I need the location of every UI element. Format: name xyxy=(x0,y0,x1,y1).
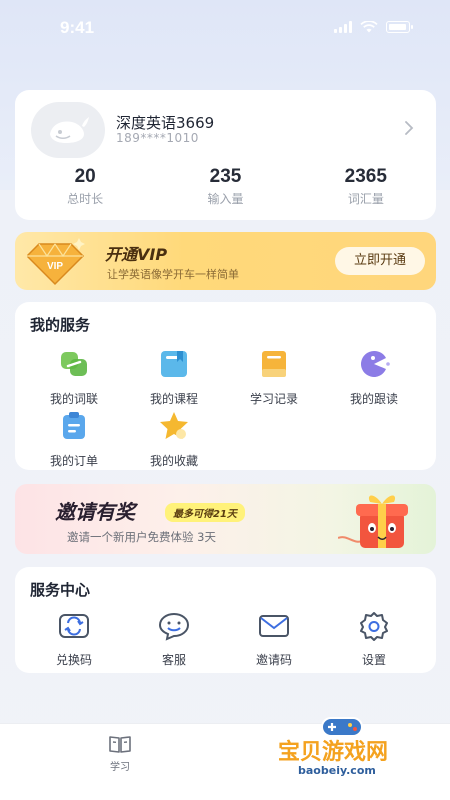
stat-value: 20 xyxy=(74,166,96,187)
book-icon xyxy=(109,736,131,753)
service-label: 我的收藏 xyxy=(149,454,198,468)
service-label: 学习记录 xyxy=(249,392,298,406)
services-card: 我的服务 我的词联 我的课程 学习记录 我的跟读 我的订单 我的收藏 xyxy=(15,302,436,470)
section-title: 我的服务 xyxy=(30,316,91,334)
exchange-icon xyxy=(59,614,89,638)
stat-vocabulary[interactable]: 2365 词汇量 xyxy=(296,166,436,207)
service-record[interactable]: 学习记录 xyxy=(229,348,319,407)
invite-code-icon xyxy=(259,615,289,637)
center-label: 设置 xyxy=(361,653,386,667)
center-label: 客服 xyxy=(161,653,186,667)
status-icons xyxy=(334,21,413,33)
invite-tag: 最多可得21天 xyxy=(165,503,245,522)
service-label: 我的词联 xyxy=(49,392,98,406)
avatar[interactable] xyxy=(31,102,105,158)
word-link-icon xyxy=(61,352,87,376)
course-icon xyxy=(161,351,187,377)
invite-subtitle: 邀请一个新用户免费体验 3天 xyxy=(67,530,216,544)
wifi-icon xyxy=(360,21,378,33)
whale-avatar-icon xyxy=(50,117,89,143)
star-icon xyxy=(160,412,188,439)
stat-input[interactable]: 235 输入量 xyxy=(155,166,295,207)
service-exchange[interactable]: 兑换码 xyxy=(29,611,119,668)
signal-icon xyxy=(334,21,352,33)
status-bar: 9:41 xyxy=(0,0,450,56)
battery-icon xyxy=(386,21,413,33)
username: 深度英语3669 xyxy=(116,114,215,132)
customer-service-icon xyxy=(158,612,190,641)
order-icon xyxy=(63,412,85,439)
nav-label: 学习 xyxy=(110,762,130,773)
service-label: 我的课程 xyxy=(149,392,198,406)
service-follow-read[interactable]: 我的跟读 xyxy=(329,348,419,407)
profile-card[interactable]: 深度英语3669 189****1010 20 总时长 235 输入量 2365… xyxy=(15,90,436,220)
stat-value: 235 xyxy=(209,166,242,187)
vip-badge-icon: VIP xyxy=(27,238,85,286)
watermark-text: 宝贝游戏网 xyxy=(278,740,389,765)
stat-label: 输入量 xyxy=(207,192,244,206)
invite-banner[interactable]: 邀请有奖 最多可得21天 邀请一个新用户免费体验 3天 xyxy=(15,484,436,554)
status-time: 9:41 xyxy=(60,18,95,37)
service-settings[interactable]: 设置 xyxy=(329,611,419,668)
vip-subtitle: 让学英语像学开车一样简单 xyxy=(107,268,239,281)
service-invite-code[interactable]: 邀请码 xyxy=(229,611,319,668)
service-label: 我的跟读 xyxy=(349,392,398,406)
vip-title: 开通VIP xyxy=(105,245,168,264)
settings-icon xyxy=(360,612,388,641)
center-label: 邀请码 xyxy=(255,653,292,667)
section-title: 服务中心 xyxy=(30,581,91,599)
phone-number: 189****1010 xyxy=(116,131,199,145)
record-icon xyxy=(262,351,286,377)
stat-total-time[interactable]: 20 总时长 xyxy=(15,166,155,207)
stat-label: 词汇量 xyxy=(347,192,384,206)
svg-text:VIP: VIP xyxy=(47,261,63,272)
stat-value: 2365 xyxy=(344,166,387,187)
invite-title: 邀请有奖 xyxy=(55,500,135,524)
chevron-right-icon[interactable] xyxy=(404,120,414,136)
vip-banner[interactable]: VIP 开通VIP 让学英语像学开车一样简单 立即开通 xyxy=(15,232,436,290)
stats-row: 20 总时长 235 输入量 2365 词汇量 xyxy=(15,166,436,207)
service-word-link[interactable]: 我的词联 xyxy=(29,348,119,407)
service-order[interactable]: 我的订单 xyxy=(29,410,119,469)
center-label: 兑换码 xyxy=(55,653,92,667)
stat-label: 总时长 xyxy=(67,192,104,206)
service-course[interactable]: 我的课程 xyxy=(129,348,219,407)
watermark: 宝贝游戏网 baobeiy.com xyxy=(272,712,420,798)
service-center-card: 服务中心 兑换码 客服 邀请码 设置 xyxy=(15,567,436,673)
service-favorites[interactable]: 我的收藏 xyxy=(129,410,219,469)
open-vip-button[interactable]: 立即开通 xyxy=(335,247,425,275)
nav-tab-learn[interactable]: 学习 xyxy=(100,734,140,773)
gift-box-icon xyxy=(338,495,408,548)
service-label: 我的订单 xyxy=(49,454,98,468)
follow-read-icon xyxy=(361,350,390,377)
watermark-domain: baobeiy.com xyxy=(298,764,376,777)
service-customer-service[interactable]: 客服 xyxy=(129,611,219,668)
